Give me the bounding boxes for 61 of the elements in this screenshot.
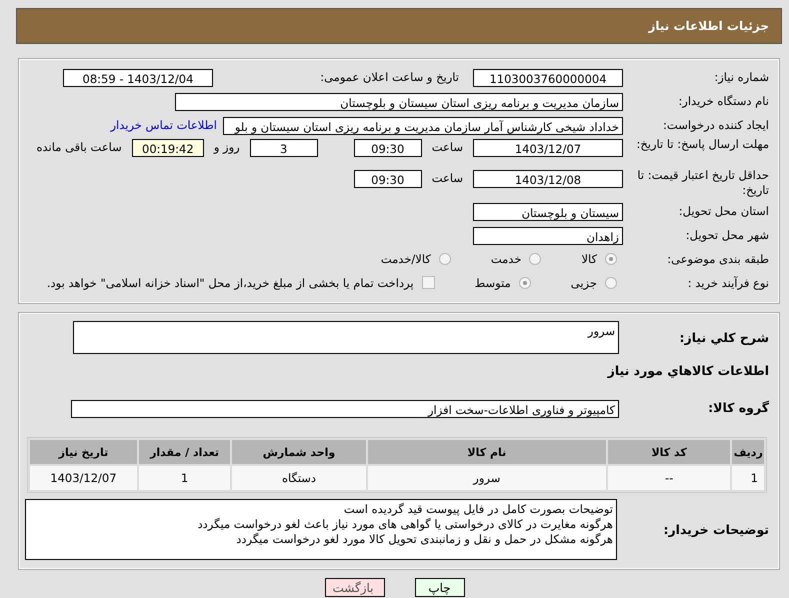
announce-date-field[interactable]: 1403/12/04 - 08:59 bbox=[63, 68, 213, 86]
city-field[interactable]: زاهدان bbox=[473, 226, 623, 244]
field-label: شهر محل تحویل: bbox=[684, 228, 770, 242]
buyer-org-field[interactable]: سازمان مدیریت و برنامه ریزی استان سیستان و بلوچستان bbox=[175, 92, 623, 110]
goods-group-field[interactable]: کامپیوتر و فناوری اطلاعات-سخت افزار bbox=[71, 400, 619, 418]
time-label: ساعت bbox=[430, 139, 464, 154]
field-label: گروه کالا: bbox=[707, 400, 770, 415]
checkbox-label: پرداخت تمام یا بخشی از مبلغ خرید،از محل "اسناد خزانه اسلامی" خواهد بود. bbox=[46, 276, 414, 290]
radio-button[interactable] bbox=[438, 252, 451, 264]
field-label: حداقل تاریخ اعتبار قیمت: تا تاریخ: bbox=[636, 168, 770, 198]
option-label: خدمت bbox=[490, 252, 522, 266]
field-label: مهلت ارسال پاسخ: تا تاریخ: bbox=[635, 137, 770, 152]
field-label: شماره نیاز: bbox=[713, 70, 770, 84]
field-label: شرح كلي نياز: bbox=[678, 330, 770, 345]
column-header: تعداد / مقدار bbox=[138, 440, 230, 464]
option-label: کالا bbox=[581, 252, 597, 266]
print-button[interactable]: چاپ bbox=[414, 578, 464, 597]
table-cell: 1403/12/07 bbox=[30, 466, 137, 490]
section-heading: اطلاعات كالاهاي مورد نياز bbox=[606, 362, 770, 380]
time-label: ساعت bbox=[430, 170, 464, 185]
description-textarea[interactable]: سرور bbox=[73, 321, 619, 354]
radio-button[interactable] bbox=[605, 276, 617, 288]
province-field[interactable]: سیستان و بلوچستان bbox=[473, 202, 623, 220]
radio-button[interactable] bbox=[518, 276, 531, 288]
table-cell: دستگاه bbox=[232, 466, 366, 490]
table-cell: 1 bbox=[138, 466, 230, 490]
remaining-time-field[interactable]: 00:19:42 bbox=[132, 139, 204, 157]
radio-button[interactable] bbox=[529, 252, 542, 264]
field-label: تاریخ و ساعت اعلان عمومی: bbox=[319, 70, 460, 84]
field-label: استان محل تحویل: bbox=[678, 204, 770, 218]
date-field[interactable]: 1403/12/07 bbox=[473, 139, 623, 157]
remaining-label: ساعت باقی مانده bbox=[36, 139, 123, 154]
radio-button[interactable] bbox=[605, 252, 617, 264]
back-button[interactable]: بازگشت bbox=[324, 578, 384, 597]
column-header: تاریخ نیاز bbox=[30, 440, 137, 464]
option-label: متوسط bbox=[474, 276, 511, 290]
field-label: طبقه بندی موضوعی: bbox=[666, 252, 770, 266]
table-cell: 1 bbox=[732, 466, 764, 490]
days-field[interactable]: 3 bbox=[250, 139, 318, 157]
date-field[interactable]: 1403/12/08 bbox=[473, 170, 623, 188]
page-title: جزئیات اطلاعات نیاز bbox=[648, 19, 769, 33]
time-field[interactable]: 09:30 bbox=[354, 139, 422, 157]
column-header: واحد شمارش bbox=[232, 440, 366, 464]
time-field[interactable]: 09:30 bbox=[354, 170, 422, 188]
buyer-contact-link[interactable]: اطلاعات تماس خریدار bbox=[110, 118, 217, 132]
field-label: نام دستگاه خریدار: bbox=[677, 94, 770, 108]
days-label: روز و bbox=[212, 139, 241, 154]
table-cell: -- bbox=[608, 466, 730, 490]
field-label: نوع فرآیند خرید : bbox=[686, 276, 770, 290]
need-number-field[interactable]: 1103003760000004 bbox=[473, 68, 623, 86]
option-label: جزیی bbox=[570, 276, 597, 290]
column-header: کد کالا bbox=[608, 440, 730, 464]
field-label: ایجاد کننده درخواست: bbox=[662, 118, 770, 132]
column-header: ردیف bbox=[732, 440, 764, 464]
requester-field[interactable]: خداداد شیخی کارشناس آمار سازمان مدیریت و برنامه ریزی استان سیستان و بلو bbox=[223, 116, 623, 134]
buyer-notes-textarea[interactable]: توضیحات بصورت کامل در فایل پیوست قید گردیده است هرگونه مغایرت در کالای درخواستی یا گواهی های مورد نیاز باعث لغو درخواست میگردد هرگونه مشکل در حمل و نقل و زمانبندی تحویل کالا مورد لغو درخواست میگردد bbox=[25, 499, 617, 560]
checkbox[interactable] bbox=[422, 276, 435, 289]
field-label: توضیحات خریدار: bbox=[662, 522, 770, 537]
table-cell: سرور bbox=[368, 466, 606, 490]
option-label: کالا/خدمت bbox=[380, 252, 431, 266]
column-header: نام کالا bbox=[368, 440, 606, 464]
